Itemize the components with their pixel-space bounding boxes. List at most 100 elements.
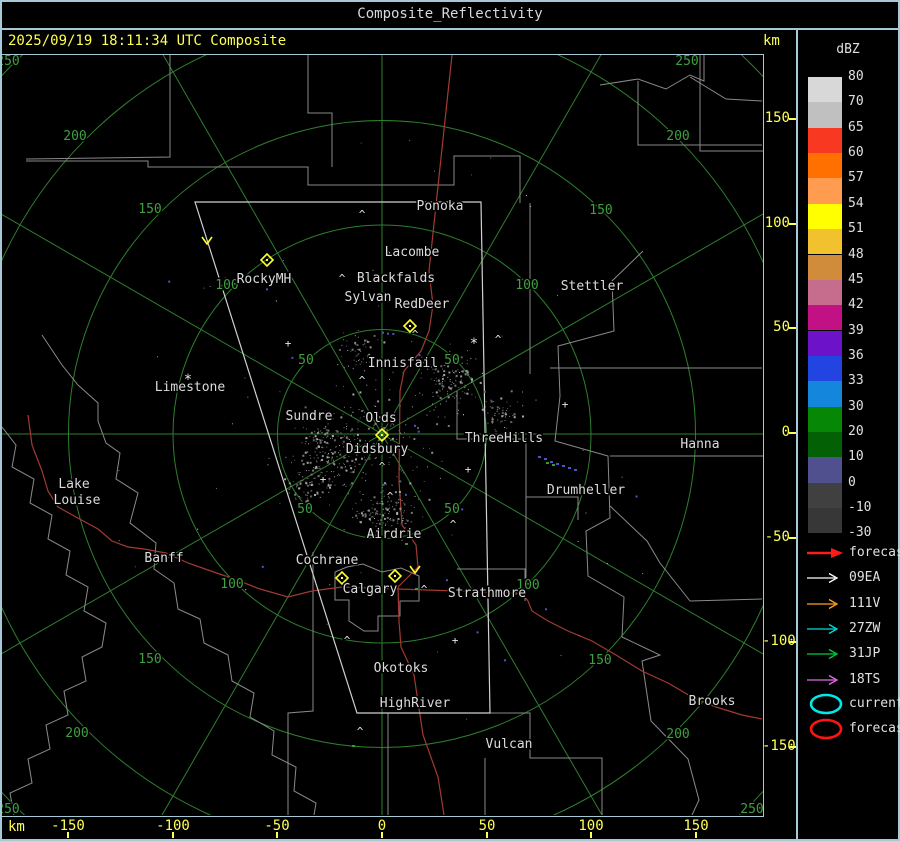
dbz-color-swatch bbox=[808, 305, 842, 331]
echo-pixel bbox=[331, 457, 333, 459]
echo-pixel bbox=[331, 456, 333, 458]
echo-pixel bbox=[510, 390, 513, 393]
echo-pixel bbox=[309, 455, 311, 456]
echo-pixel bbox=[428, 498, 431, 501]
echo-pixel bbox=[489, 406, 491, 408]
range-ring-label: 250 bbox=[2, 802, 20, 815]
echo-pixel bbox=[445, 400, 447, 402]
echo-pixel bbox=[448, 386, 450, 389]
echo-pixel bbox=[407, 417, 409, 419]
echo-pixel bbox=[347, 350, 349, 351]
echo-pixel bbox=[366, 339, 368, 341]
echo-pixel bbox=[404, 432, 406, 434]
echo-pixel bbox=[310, 484, 313, 486]
city-label: Okotoks bbox=[374, 661, 429, 676]
radar-plot[interactable]: 50 50 50 50 100 100 100 100 150 150 150 150 200 200 20… bbox=[2, 55, 763, 815]
echo-pixel bbox=[388, 513, 390, 515]
echo-pixel bbox=[400, 432, 402, 434]
echo-pixel-blue bbox=[550, 461, 553, 463]
echo-pixel bbox=[307, 491, 310, 494]
echo-pixel bbox=[327, 454, 329, 456]
echo-pixel bbox=[437, 395, 439, 397]
echo-pixel-white bbox=[352, 411, 354, 413]
echo-pixel bbox=[455, 395, 457, 397]
dbz-color-swatch bbox=[808, 254, 842, 280]
echo-pixel bbox=[322, 437, 324, 439]
azimuth-spoke bbox=[381, 213, 763, 435]
echo-pixel bbox=[339, 450, 341, 452]
echo-pixel-blue bbox=[476, 631, 479, 634]
caret-marker: ^ bbox=[421, 583, 428, 596]
dbz-level-label: 48 bbox=[848, 246, 864, 262]
echo-pixel bbox=[339, 445, 340, 447]
echo-pixel bbox=[391, 437, 394, 440]
echo-pixel bbox=[449, 379, 451, 381]
echo-pixel bbox=[399, 498, 401, 500]
echo-pixel bbox=[355, 355, 357, 357]
track-label: 09EA bbox=[849, 570, 881, 586]
city-label: Cochrane bbox=[296, 553, 359, 568]
city-label: Ponoka bbox=[417, 199, 464, 214]
echo-pixel bbox=[505, 412, 506, 414]
echo-pixel bbox=[324, 452, 326, 454]
echo-pixel bbox=[389, 518, 391, 520]
dbz-color-swatch bbox=[808, 229, 842, 255]
echo-pixel bbox=[247, 396, 249, 398]
echo-pixel bbox=[327, 429, 330, 432]
echo-pixel bbox=[460, 356, 463, 359]
dbz-level-label: 0 bbox=[848, 474, 856, 490]
echo-pixel bbox=[350, 471, 352, 473]
echo-pixel bbox=[485, 406, 486, 408]
echo-pixel bbox=[360, 572, 362, 574]
echo-pixel bbox=[377, 513, 379, 515]
echo-pixel bbox=[457, 369, 459, 371]
echo-pixel bbox=[496, 410, 498, 412]
echo-pixel bbox=[436, 423, 439, 426]
echo-pixel bbox=[475, 396, 477, 398]
echo-pixel bbox=[328, 480, 330, 482]
echo-pixel bbox=[336, 456, 338, 458]
city-label: Lacombe bbox=[385, 245, 440, 260]
echo-pixel bbox=[319, 441, 322, 444]
echo-pixel bbox=[306, 484, 309, 487]
county-boundary bbox=[456, 391, 579, 520]
echo-pixel bbox=[522, 391, 524, 393]
echo-pixel bbox=[345, 466, 346, 468]
echo-pixel bbox=[395, 504, 397, 506]
echo-pixel-blue bbox=[266, 288, 268, 291]
echo-pixel bbox=[510, 421, 513, 424]
echo-pixel bbox=[432, 396, 434, 397]
echo-pixel bbox=[441, 385, 443, 387]
echo-pixel bbox=[300, 480, 302, 482]
range-ring-label: 250 bbox=[2, 55, 20, 69]
radar-site-dot bbox=[266, 259, 268, 261]
echo-pixel bbox=[302, 463, 305, 466]
echo-pixel bbox=[315, 460, 317, 462]
echo-pixel bbox=[433, 409, 435, 411]
echo-pixel bbox=[390, 440, 392, 441]
range-ring-label: 50 bbox=[444, 502, 460, 517]
caret-marker: ^ bbox=[357, 725, 364, 738]
echo-pixel bbox=[366, 384, 368, 386]
echo-pixel bbox=[375, 512, 378, 515]
echo-pixel bbox=[402, 436, 404, 438]
echo-pixel bbox=[333, 459, 334, 461]
echo-pixel bbox=[335, 430, 337, 432]
city-label: Innisfail bbox=[368, 356, 438, 371]
echo-pixel bbox=[513, 416, 516, 419]
echo-pixel bbox=[332, 418, 334, 420]
echo-pixel bbox=[157, 356, 158, 358]
echo-pixel bbox=[471, 394, 473, 396]
echo-pixel bbox=[378, 305, 380, 307]
echo-pixel bbox=[288, 492, 290, 494]
echo-pixel bbox=[372, 427, 374, 429]
echo-pixel bbox=[395, 501, 398, 504]
echo-pixel bbox=[380, 519, 383, 522]
echo-pixel bbox=[284, 478, 287, 481]
echo-pixel bbox=[429, 410, 431, 412]
echo-pixel bbox=[336, 475, 338, 476]
echo-pixel bbox=[333, 413, 335, 415]
echo-pixel bbox=[358, 360, 359, 362]
track-arrow-icon bbox=[807, 598, 839, 609]
echo-pixel bbox=[315, 447, 318, 450]
